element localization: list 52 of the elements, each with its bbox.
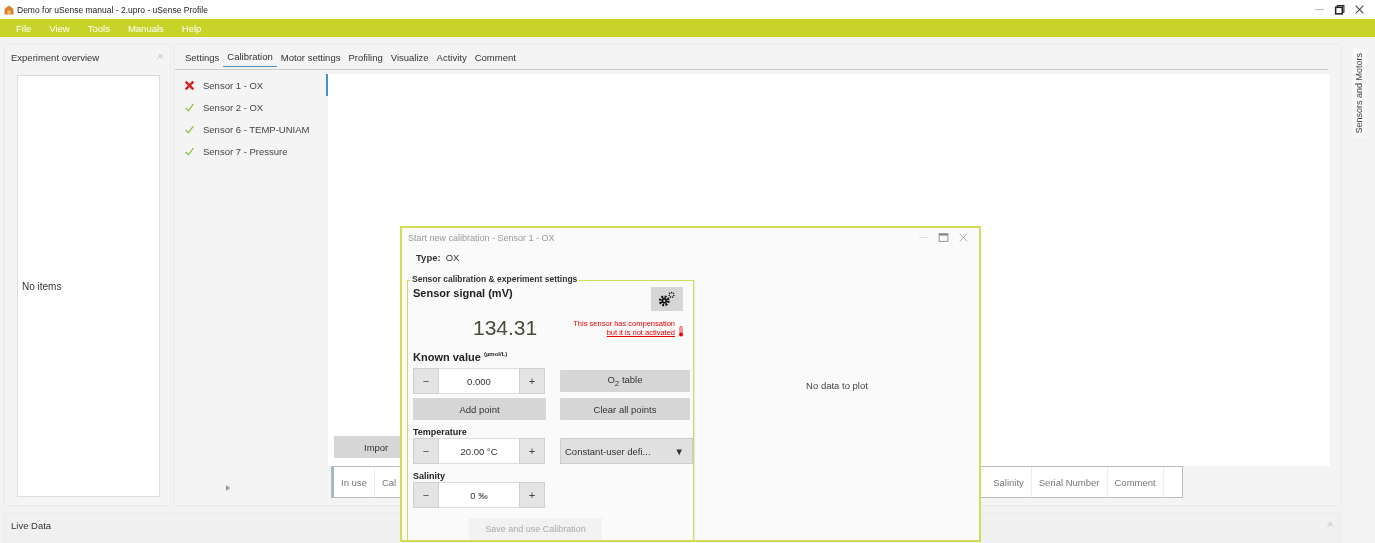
salinity-field[interactable]: 0 ‰ <box>439 482 519 508</box>
panel-title: Live Data <box>11 519 52 531</box>
salinity-label: Salinity <box>413 471 446 481</box>
decrement-button[interactable]: − <box>413 438 439 464</box>
tab[interactable]: Activity <box>432 47 471 67</box>
known-value-label: Known value $^{(µmol/L)}$ <box>413 351 509 363</box>
app-logo-icon <box>4 4 14 15</box>
add-point-button[interactable]: Add point <box>413 398 546 420</box>
temperature-label: Temperature <box>413 427 468 437</box>
tab[interactable]: Visualize <box>386 47 433 67</box>
sensor-item[interactable]: Sensor 2 - OX <box>178 96 328 118</box>
clear-points-button[interactable]: Clear all points <box>560 398 690 420</box>
tab[interactable]: Comment <box>470 47 520 67</box>
decrement-button[interactable]: − <box>413 482 439 508</box>
type-label: Type: <box>416 252 441 263</box>
dialog-title: Start new calibration - Sensor 1 - OX <box>408 232 555 243</box>
column-header[interactable]: Comment <box>1107 467 1164 497</box>
side-tab[interactable]: Sensors and Motors <box>1352 49 1366 138</box>
column-header[interactable]: In use <box>332 467 375 497</box>
signal-label: Sensor signal (mV) <box>413 287 513 299</box>
group-title: Sensor calibration & experiment settings <box>410 274 580 284</box>
o2-table-button[interactable]: O$_{2}$ table <box>560 370 690 392</box>
type-value: OX <box>445 252 460 263</box>
column-header[interactable]: Salinity <box>986 467 1032 497</box>
column-header[interactable]: Serial Number <box>1031 467 1108 497</box>
tab[interactable]: Profiling <box>344 47 387 67</box>
maximize-icon[interactable] <box>938 232 949 243</box>
temperature-mode-dropdown[interactable]: Constant-user defi... ▼ <box>560 438 693 464</box>
empty-message: No items <box>22 280 62 292</box>
temperature-field[interactable]: 20.00 °C <box>439 438 519 464</box>
increment-button[interactable]: + <box>519 482 545 508</box>
decrement-button[interactable]: − <box>413 368 439 394</box>
tab[interactable]: Calibration <box>223 47 277 67</box>
pin-icon[interactable] <box>1326 521 1334 529</box>
thermometer-icon <box>678 326 684 337</box>
tab[interactable]: Motor settings <box>276 47 345 67</box>
pin-icon[interactable] <box>156 53 164 61</box>
expand-arrow-icon[interactable] <box>225 484 231 492</box>
signal-reading: 134.31 <box>473 316 538 340</box>
panel-title: Experiment overview <box>11 51 100 63</box>
window-title: Demo for uSense manual - 2.upro - uSense Profile <box>17 4 208 15</box>
increment-button[interactable]: + <box>519 438 545 464</box>
restore-icon[interactable] <box>1334 4 1345 15</box>
known-value-field[interactable]: 0.000 <box>439 368 519 394</box>
increment-button[interactable]: + <box>519 368 545 394</box>
settings-button[interactable] <box>651 287 683 311</box>
sensor-item[interactable]: Sensor 7 - Pressure <box>178 140 328 162</box>
sensor-item[interactable]: Sensor 6 - TEMP-UNIAM <box>178 118 328 140</box>
close-icon[interactable] <box>1354 4 1365 15</box>
empty-plot-message: No data to plot <box>806 379 868 391</box>
tab[interactable]: Settings <box>181 47 224 67</box>
gears-icon <box>657 290 677 308</box>
